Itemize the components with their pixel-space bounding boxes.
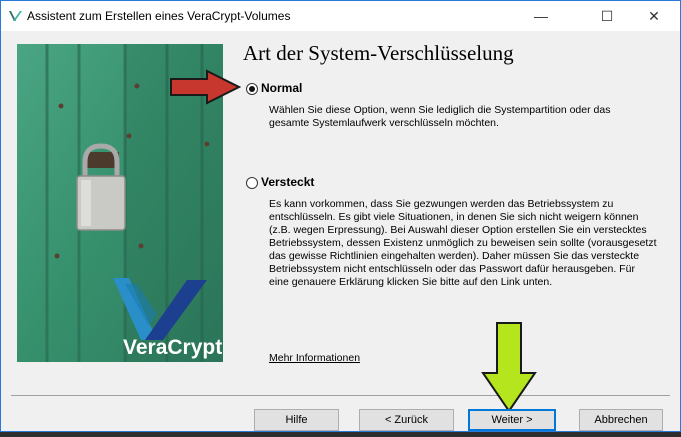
cancel-button[interactable]: Abbrechen [579, 409, 663, 431]
maximize-button[interactable]: ☐ [584, 1, 630, 31]
footer-divider [11, 395, 670, 396]
window-title: Assistent zum Erstellen eines VeraCrypt-… [27, 9, 291, 23]
title-bar[interactable]: Assistent zum Erstellen eines VeraCrypt-… [1, 1, 680, 31]
wizard-window: Assistent zum Erstellen eines VeraCrypt-… [0, 0, 681, 432]
green-arrow-icon [481, 322, 537, 413]
next-button[interactable]: Weiter > [468, 409, 556, 431]
red-arrow-icon [170, 69, 241, 105]
close-button[interactable]: ✕ [631, 1, 677, 31]
back-button[interactable]: < Zurück [359, 409, 454, 431]
veracrypt-logo-text: VeraCrypt [123, 336, 223, 359]
option-normal-description: Wählen Sie diese Option, wenn Sie ledigl… [269, 104, 611, 129]
option-hidden-label[interactable]: Versteckt [261, 175, 314, 189]
veracrypt-app-icon [9, 11, 22, 21]
radio-hidden[interactable] [246, 177, 258, 189]
minimize-button[interactable]: — [518, 1, 564, 31]
option-hidden-description: Es kann vorkommen, dass Sie gezwungen we… [269, 198, 657, 288]
help-button[interactable]: Hilfe [254, 409, 339, 431]
page-title: Art der System-Verschlüsselung [243, 41, 514, 65]
radio-normal[interactable] [246, 83, 258, 95]
option-normal-label[interactable]: Normal [261, 81, 302, 95]
background-window-strip [0, 432, 681, 437]
more-info-link[interactable]: Mehr Informationen [269, 352, 360, 364]
